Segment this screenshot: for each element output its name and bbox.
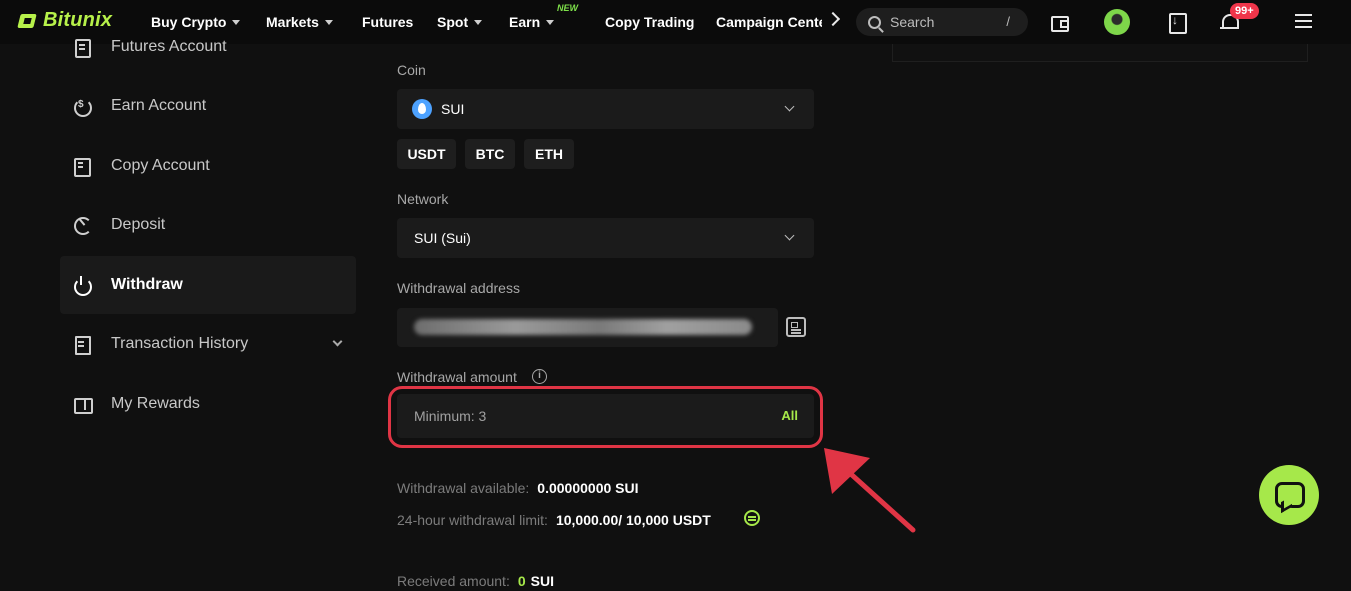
amount-label: Withdrawal amount: [397, 369, 517, 385]
highlight-box: [388, 386, 823, 448]
sidebar-item-label: Earn Account: [111, 97, 207, 114]
nav-copy-trading[interactable]: Copy Trading: [605, 14, 694, 30]
info-icon[interactable]: i: [532, 369, 547, 384]
quick-coin-btc[interactable]: BTC: [465, 139, 515, 169]
sidebar-item-deposit[interactable]: Deposit: [60, 196, 356, 254]
sidebar-item-transaction-history[interactable]: Transaction History: [60, 315, 356, 373]
nav-earn[interactable]: Earn: [509, 14, 555, 30]
right-panel: [892, 44, 1308, 62]
network-select[interactable]: SUI (Sui): [397, 218, 814, 258]
sidebar-item-withdraw[interactable]: Withdraw: [60, 256, 356, 314]
quick-coin-eth[interactable]: ETH: [524, 139, 574, 169]
bitunix-logo-icon: [17, 12, 37, 30]
received-row: Received amount: 0 SUI: [397, 573, 554, 589]
nav-campaign-center[interactable]: Campaign Center: [716, 14, 822, 30]
network-value: SUI (Sui): [414, 230, 471, 246]
address-value-redacted: [414, 319, 752, 335]
received-value: 0: [517, 573, 526, 589]
coin-value: SUI: [441, 101, 465, 117]
sidebar-item-earn-account[interactable]: Earn Account: [60, 77, 356, 135]
avatar[interactable]: [1104, 9, 1130, 35]
address-label: Withdrawal address: [397, 280, 520, 296]
search-icon: [868, 15, 881, 29]
search-input[interactable]: [890, 14, 990, 30]
chevron-down-icon[interactable]: [332, 336, 343, 347]
sidebar-item-label: Futures Account: [111, 38, 227, 55]
sidebar-item-label: Copy Account: [111, 157, 210, 174]
nav-campaign-center-label: Campaign Center: [716, 14, 822, 30]
limit-row: 24-hour withdrawal limit: 10,000.00/ 10,…: [397, 512, 711, 528]
sidebar-item-copy-account[interactable]: Copy Account: [60, 137, 356, 195]
hamburger-menu-icon[interactable]: [1295, 14, 1312, 28]
limit-label: 24-hour withdrawal limit:: [397, 512, 548, 528]
chevron-down-icon: [784, 101, 795, 112]
deposit-icon: [73, 216, 92, 235]
nav-spot-label: Spot: [437, 14, 469, 30]
nav-futures[interactable]: Futures: [362, 14, 413, 30]
new-badge: NEW: [557, 3, 578, 13]
available-row: Withdrawal available: 0.00000000 SUI: [397, 480, 639, 496]
chevron-right-icon[interactable]: [825, 11, 841, 27]
wallet-icon[interactable]: [1048, 11, 1070, 33]
sui-coin-icon: [412, 99, 432, 119]
received-unit: SUI: [530, 573, 554, 589]
earn-icon: [73, 97, 92, 117]
download-icon[interactable]: [1166, 11, 1188, 34]
nav-spot[interactable]: Spot: [437, 14, 483, 30]
receipt-icon: [73, 335, 91, 355]
network-label: Network: [397, 191, 449, 207]
sidebar-item-my-rewards[interactable]: My Rewards: [60, 375, 356, 433]
available-label: Withdrawal available:: [397, 480, 530, 496]
sidebar-item-label: Deposit: [111, 216, 166, 233]
chevron-down-icon: [784, 230, 795, 241]
withdraw-icon: [73, 276, 92, 296]
sidebar-item-label: Transaction History: [111, 335, 249, 352]
caret-down-icon: [546, 19, 555, 25]
coin-select[interactable]: SUI: [397, 89, 814, 129]
search-bar[interactable]: /: [856, 8, 1028, 36]
coins-icon[interactable]: [744, 510, 760, 526]
chat-support-icon[interactable]: [1259, 465, 1319, 525]
red-arrow-icon: [824, 448, 916, 533]
limit-value: 10,000.00/ 10,000 USDT: [555, 512, 711, 528]
address-book-icon[interactable]: [786, 317, 806, 337]
nav-earn-label: Earn: [509, 14, 541, 30]
search-shortcut: /: [1006, 14, 1010, 29]
coin-label: Coin: [397, 62, 426, 78]
nav-futures-label: Futures: [362, 14, 414, 30]
caret-down-icon: [474, 19, 483, 25]
received-label: Received amount:: [397, 573, 510, 589]
copy-icon: [73, 157, 91, 177]
nav-copy-trading-label: Copy Trading: [605, 14, 695, 30]
document-icon: [73, 38, 91, 58]
available-value: 0.00000000 SUI: [537, 480, 639, 496]
quick-coin-usdt[interactable]: USDT: [397, 139, 456, 169]
rewards-icon: [73, 395, 93, 414]
sidebar-item-label: My Rewards: [111, 395, 200, 412]
notification-badge: 99+: [1230, 3, 1259, 19]
sidebar-item-futures-account[interactable]: Futures Account: [60, 18, 356, 76]
sidebar-item-label: Withdraw: [111, 276, 183, 293]
address-input[interactable]: [397, 308, 778, 347]
